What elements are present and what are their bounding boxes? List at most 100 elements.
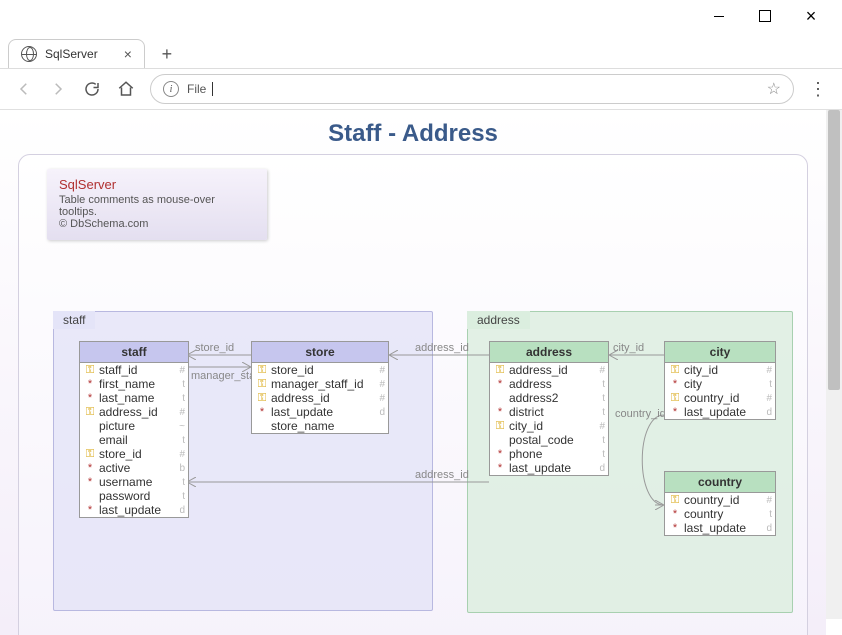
column-type: t bbox=[595, 393, 605, 404]
column-row[interactable]: *countryt bbox=[665, 507, 775, 521]
column-row[interactable]: *activeb bbox=[80, 461, 188, 475]
column-row[interactable]: ⚿address_id# bbox=[252, 391, 388, 405]
browser-tab[interactable]: SqlServer × bbox=[8, 39, 145, 68]
column-row[interactable]: *phonet bbox=[490, 447, 608, 461]
table-address[interactable]: address ⚿address_id#*addresstaddress2t*d… bbox=[489, 341, 609, 476]
column-type: # bbox=[375, 379, 385, 390]
column-row[interactable]: *districtt bbox=[490, 405, 608, 419]
home-button[interactable] bbox=[110, 73, 142, 105]
column-type: b bbox=[175, 463, 185, 474]
column-row[interactable]: picture~ bbox=[80, 419, 188, 433]
column-type: # bbox=[762, 393, 772, 404]
column-row[interactable]: ⚿store_id# bbox=[80, 447, 188, 461]
nav-back-button[interactable] bbox=[8, 73, 40, 105]
column-name: email bbox=[97, 433, 175, 447]
column-row[interactable]: *last_updated bbox=[490, 461, 608, 475]
column-row[interactable]: ⚿country_id# bbox=[665, 493, 775, 507]
scrollbar-thumb[interactable] bbox=[828, 110, 840, 390]
table-country[interactable]: country ⚿country_id#*countryt*last_updat… bbox=[664, 471, 776, 536]
required-icon: * bbox=[88, 505, 92, 516]
browser-menu-button[interactable]: ⋮ bbox=[802, 79, 834, 100]
reload-button[interactable] bbox=[76, 73, 108, 105]
column-row[interactable]: ⚿city_id# bbox=[490, 419, 608, 433]
site-info-icon[interactable]: i bbox=[163, 81, 179, 97]
window-close-button[interactable]: × bbox=[788, 0, 834, 32]
column-row[interactable]: store_name bbox=[252, 419, 388, 433]
page-viewport: Staff - Address SqlServer Table comments… bbox=[0, 110, 842, 635]
column-name: country_id bbox=[682, 391, 762, 405]
column-type: d bbox=[375, 407, 385, 418]
nav-forward-button[interactable] bbox=[42, 73, 74, 105]
column-row[interactable]: ⚿store_id# bbox=[252, 363, 388, 377]
column-type: d bbox=[175, 505, 185, 516]
table-staff[interactable]: staff ⚿staff_id#*first_namet*last_namet⚿… bbox=[79, 341, 189, 518]
column-row[interactable]: *usernamet bbox=[80, 475, 188, 489]
table-city[interactable]: city ⚿city_id#*cityt⚿country_id#*last_up… bbox=[664, 341, 776, 420]
column-row[interactable]: *addresst bbox=[490, 377, 608, 391]
column-row[interactable]: address2t bbox=[490, 391, 608, 405]
address-bar[interactable]: i File ☆ bbox=[150, 74, 794, 104]
column-name: city_id bbox=[507, 419, 595, 433]
column-type: t bbox=[762, 379, 772, 390]
column-row[interactable]: ⚿staff_id# bbox=[80, 363, 188, 377]
required-icon: * bbox=[673, 407, 677, 418]
column-row[interactable]: *last_updated bbox=[252, 405, 388, 419]
column-row[interactable]: passwordt bbox=[80, 489, 188, 503]
column-row[interactable]: *cityt bbox=[665, 377, 775, 391]
column-name: store_name bbox=[269, 419, 375, 433]
column-name: district bbox=[507, 405, 595, 419]
column-name: last_name bbox=[97, 391, 175, 405]
new-tab-button[interactable]: + bbox=[153, 40, 181, 68]
column-type: t bbox=[595, 449, 605, 460]
column-name: manager_staff_id bbox=[269, 377, 375, 391]
column-name: password bbox=[97, 489, 175, 503]
column-type: # bbox=[595, 421, 605, 432]
column-type: t bbox=[595, 379, 605, 390]
diagram-panel: SqlServer Table comments as mouse-over t… bbox=[18, 154, 808, 635]
column-name: last_update bbox=[682, 405, 762, 419]
bookmark-star-icon[interactable]: ☆ bbox=[767, 79, 781, 99]
column-type: d bbox=[762, 523, 772, 534]
column-type: t bbox=[595, 407, 605, 418]
vertical-scrollbar[interactable] bbox=[826, 110, 842, 619]
column-row[interactable]: *last_updated bbox=[80, 503, 188, 517]
group-label: address bbox=[467, 311, 530, 329]
address-text: File bbox=[187, 82, 206, 96]
column-type: d bbox=[595, 463, 605, 474]
window-maximize-button[interactable] bbox=[742, 0, 788, 32]
column-name: address_id bbox=[269, 391, 375, 405]
column-row[interactable]: *first_namet bbox=[80, 377, 188, 391]
column-type: t bbox=[175, 379, 185, 390]
window-minimize-button[interactable] bbox=[696, 0, 742, 32]
column-type: # bbox=[375, 393, 385, 404]
browser-toolbar: i File ☆ ⋮ bbox=[0, 68, 842, 110]
group-label: staff bbox=[53, 311, 95, 329]
column-row[interactable]: *last_namet bbox=[80, 391, 188, 405]
tab-close-button[interactable]: × bbox=[124, 46, 132, 62]
column-name: address_id bbox=[97, 405, 175, 419]
column-row[interactable]: ⚿city_id# bbox=[665, 363, 775, 377]
table-header: city bbox=[665, 342, 775, 363]
column-row[interactable]: ⚿address_id# bbox=[490, 363, 608, 377]
column-type: # bbox=[762, 365, 772, 376]
column-name: address2 bbox=[507, 391, 595, 405]
column-row[interactable]: emailt bbox=[80, 433, 188, 447]
column-row[interactable]: ⚿address_id# bbox=[80, 405, 188, 419]
column-name: country_id bbox=[682, 493, 762, 507]
column-row[interactable]: postal_codet bbox=[490, 433, 608, 447]
required-icon: * bbox=[673, 379, 677, 390]
column-row[interactable]: * last_updated bbox=[665, 405, 775, 419]
required-icon: * bbox=[88, 393, 92, 404]
table-header: address bbox=[490, 342, 608, 363]
column-row[interactable]: ⚿country_id# bbox=[665, 391, 775, 405]
column-name: store_id bbox=[269, 363, 375, 377]
key-icon: ⚿ bbox=[671, 494, 679, 507]
required-icon: * bbox=[88, 463, 92, 474]
column-row[interactable]: ⚿manager_staff_id# bbox=[252, 377, 388, 391]
column-row[interactable]: *last_updated bbox=[665, 521, 775, 535]
table-store[interactable]: store ⚿store_id#⚿manager_staff_id#⚿addre… bbox=[251, 341, 389, 434]
column-type: # bbox=[175, 449, 185, 460]
key-icon: ⚿ bbox=[671, 392, 679, 405]
column-type: d bbox=[762, 407, 772, 418]
column-name: username bbox=[97, 475, 175, 489]
